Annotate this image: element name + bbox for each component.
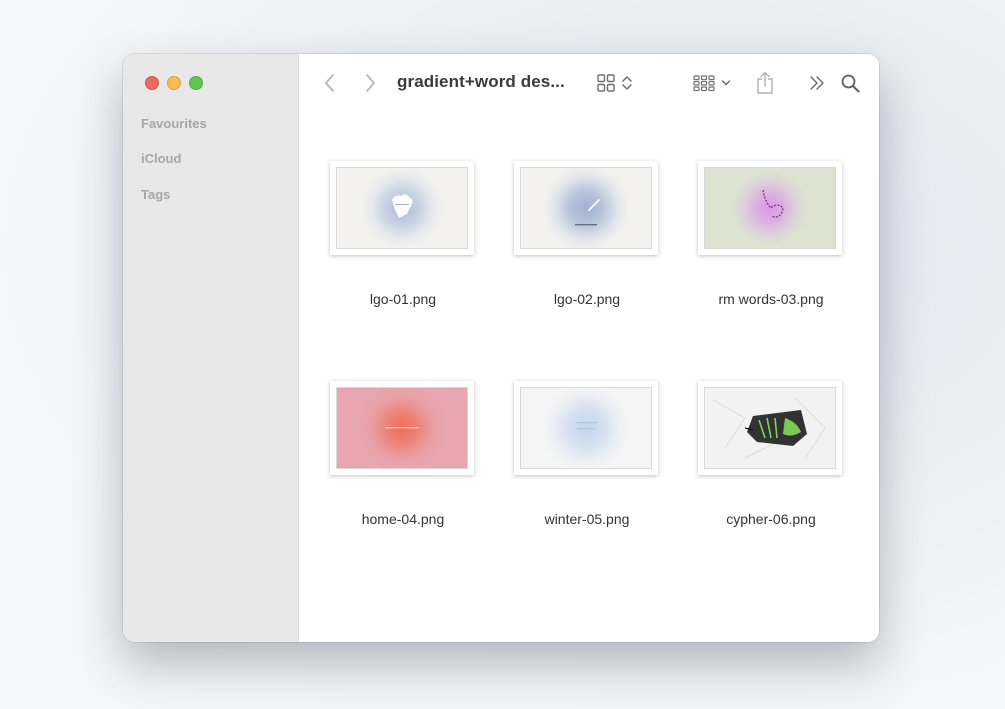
chevron-right-icon xyxy=(366,74,375,92)
chevron-left-icon xyxy=(325,74,334,92)
thumbnail-image xyxy=(520,387,652,469)
file-thumbnail xyxy=(514,161,658,255)
file-thumbnail xyxy=(698,381,842,475)
file-thumbnail xyxy=(514,381,658,475)
file-item[interactable]: winter-05.png xyxy=(492,381,662,551)
sidebar: Favourites iCloud Tags xyxy=(123,54,299,642)
thumbnail-image xyxy=(704,167,836,249)
minimize-button[interactable] xyxy=(167,76,181,90)
file-name[interactable]: home-04.png xyxy=(308,511,498,527)
file-name[interactable]: rm words-03.png xyxy=(676,291,866,307)
double-chevron-right-icon xyxy=(810,76,824,90)
finder-window: Favourites iCloud Tags gradient+word des… xyxy=(123,54,879,642)
file-name[interactable]: lgo-02.png xyxy=(492,291,682,307)
thumbnail-image xyxy=(704,387,836,469)
file-item[interactable]: lgo-02.png xyxy=(492,161,662,331)
back-button[interactable] xyxy=(319,69,341,97)
file-thumbnail xyxy=(330,381,474,475)
file-thumbnail xyxy=(698,161,842,255)
grid-view-icon xyxy=(597,74,615,92)
window-controls xyxy=(145,76,203,90)
thumbnail-image xyxy=(336,387,468,469)
file-item[interactable]: cypher-06.png xyxy=(676,381,846,551)
close-button[interactable] xyxy=(145,76,159,90)
toolbar: gradient+word des... xyxy=(299,54,879,112)
file-item[interactable]: rm words-03.png xyxy=(676,161,846,331)
chevron-down-icon xyxy=(721,80,731,86)
window-title: gradient+word des... xyxy=(397,72,565,91)
group-by-button[interactable] xyxy=(691,69,733,97)
search-icon xyxy=(841,74,859,92)
main-content: gradient+word des... lgo-01.png lgo-02.p… xyxy=(299,54,879,642)
file-name[interactable]: winter-05.png xyxy=(492,511,682,527)
group-by-icon xyxy=(693,75,715,92)
forward-button[interactable] xyxy=(359,69,381,97)
more-toolbar-button[interactable] xyxy=(805,69,829,97)
view-mode-button[interactable] xyxy=(593,69,637,97)
search-button[interactable] xyxy=(837,69,863,97)
file-thumbnail xyxy=(330,161,474,255)
sidebar-section-icloud[interactable]: iCloud xyxy=(141,151,181,166)
thumbnail-image xyxy=(336,167,468,249)
file-name[interactable]: cypher-06.png xyxy=(676,511,866,527)
file-item[interactable]: home-04.png xyxy=(308,381,478,551)
file-name[interactable]: lgo-01.png xyxy=(308,291,498,307)
share-icon xyxy=(757,71,773,94)
thumbnail-image xyxy=(520,167,652,249)
file-item[interactable]: lgo-01.png xyxy=(308,161,478,331)
up-down-chevron-icon xyxy=(622,76,632,90)
sidebar-section-tags[interactable]: Tags xyxy=(141,187,170,202)
zoom-button[interactable] xyxy=(189,76,203,90)
sidebar-section-favourites[interactable]: Favourites xyxy=(141,116,207,131)
share-button[interactable] xyxy=(753,69,777,97)
